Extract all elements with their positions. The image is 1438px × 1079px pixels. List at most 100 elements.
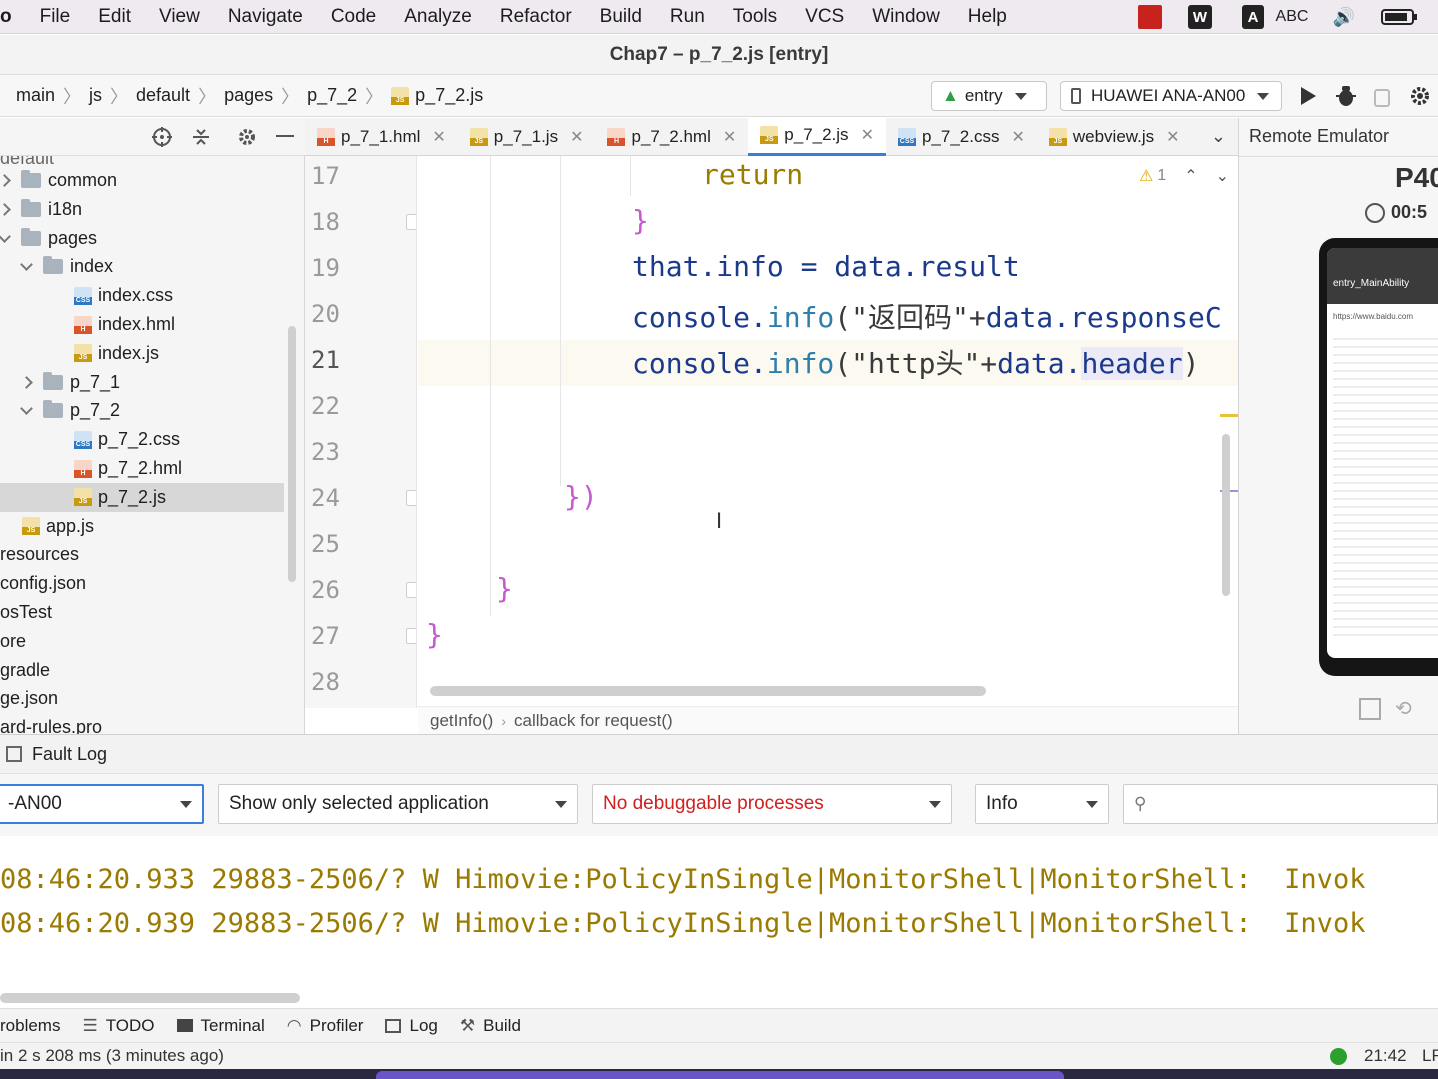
log-horizontal-scrollbar[interactable] [0, 993, 300, 1003]
menu-file[interactable]: File [26, 6, 85, 28]
battery-icon[interactable] [1380, 5, 1420, 29]
status-ok-icon[interactable] [1330, 1048, 1347, 1065]
tree-item[interactable]: resources [0, 540, 284, 569]
chevron-right-icon[interactable] [0, 202, 11, 216]
rotate-icon[interactable]: ⟲ [1395, 696, 1417, 720]
run-config-select[interactable]: ▲ entry [931, 81, 1047, 111]
close-icon[interactable]: ✕ [861, 125, 874, 145]
menu-edit[interactable]: Edit [84, 6, 145, 28]
phone-screen[interactable]: entry_MainAbility https://www.baidu.com [1327, 248, 1438, 658]
warning-stripe-marker[interactable] [1220, 414, 1238, 417]
log-level-select[interactable]: Info [975, 784, 1109, 824]
recorder-icon[interactable] [1138, 5, 1162, 29]
log-device-select[interactable]: -AN00 [0, 784, 204, 824]
tree-item[interactable]: Hindex.hml [0, 310, 284, 339]
code-breadcrumb-item[interactable]: getInfo() [430, 711, 493, 731]
screenshot-icon[interactable] [1359, 698, 1381, 720]
close-icon[interactable]: ✕ [1166, 127, 1179, 147]
chevron-down-icon[interactable] [20, 402, 33, 416]
fold-marker[interactable] [406, 490, 416, 506]
volume-icon[interactable]: 🔊 [1330, 5, 1358, 29]
profile-icon[interactable] [1372, 86, 1394, 108]
breadcrumb-item[interactable]: default [136, 85, 190, 106]
tree-item[interactable]: CSS p_7_2.css [0, 425, 284, 454]
menu-build[interactable]: Build [586, 6, 656, 28]
breadcrumb-item[interactable]: pages [224, 85, 273, 106]
log-search-input[interactable] [1152, 793, 1413, 815]
log-output[interactable]: 08:46:20.933 29883-2506/? W Himovie:Poli… [0, 836, 1438, 1008]
app-menu[interactable]: o [0, 6, 26, 28]
tool-problems[interactable]: roblems [0, 1016, 60, 1036]
status-message[interactable]: in 2 s 208 ms (3 minutes ago) [0, 1046, 224, 1066]
editor-tab[interactable]: Hp_7_1.hml ✕ [305, 118, 458, 156]
chevron-down-icon[interactable]: ⌄ [1216, 166, 1229, 186]
breadcrumb-item[interactable]: p_7_2 [307, 85, 357, 106]
tree-item[interactable]: common [0, 166, 284, 195]
tree-item[interactable]: JS app.js [0, 512, 284, 541]
tree-item[interactable]: JS p_7_2.js [0, 482, 284, 512]
locate-icon[interactable] [152, 127, 172, 147]
tree-item[interactable]: config.json [0, 569, 284, 598]
menu-run[interactable]: Run [656, 6, 719, 28]
menu-view[interactable]: View [145, 6, 214, 28]
menu-help[interactable]: Help [954, 6, 1021, 28]
warning-indicator[interactable]: ⚠ 1 ⌃ ⌄ [1139, 166, 1229, 186]
minimize-icon[interactable] [276, 135, 294, 137]
breadcrumb-item[interactable]: main [16, 85, 55, 106]
tree-item[interactable]: ard-rules.pro [0, 713, 284, 734]
tool-log[interactable]: Log [385, 1016, 438, 1036]
line-separator[interactable]: LF [1422, 1046, 1438, 1066]
log-search-field[interactable]: ⚲ [1123, 784, 1438, 824]
log-process-select[interactable]: No debuggable processes [592, 784, 952, 824]
tree-item[interactable]: CSS index.css [0, 281, 284, 310]
tree-scrollbar[interactable] [288, 326, 296, 582]
settings-gear-icon[interactable] [1408, 84, 1432, 108]
code-breadcrumb-item[interactable]: callback for request() [514, 711, 673, 731]
menu-vcs[interactable]: VCS [791, 6, 858, 28]
editor-vertical-scrollbar[interactable] [1222, 434, 1230, 596]
tree-item[interactable]: i18n [0, 195, 284, 224]
run-icon[interactable] [1298, 84, 1318, 108]
chevron-down-icon[interactable] [0, 229, 11, 243]
editor-horizontal-scrollbar-thumb[interactable] [430, 686, 986, 696]
tree-item[interactable]: p_7_2 [0, 396, 284, 425]
editor-tab[interactable]: JS webview.js ✕ [1037, 118, 1192, 156]
menu-navigate[interactable]: Navigate [214, 6, 317, 28]
breadcrumb-item[interactable]: p_7_2.js [415, 85, 483, 106]
tree-item[interactable]: p_7_1 [0, 368, 284, 397]
tree-item[interactable]: osTest [0, 598, 284, 627]
chevron-up-icon[interactable]: ⌃ [1184, 166, 1197, 186]
tree-item[interactable]: pages [0, 224, 284, 253]
input-source-badge[interactable]: A [1242, 5, 1264, 29]
breadcrumb-item[interactable]: js [89, 85, 102, 106]
gear-icon[interactable] [237, 127, 257, 147]
collapse-all-icon[interactable] [191, 127, 211, 147]
chevron-down-icon[interactable] [20, 258, 33, 272]
fold-marker[interactable] [406, 582, 416, 598]
tree-item[interactable]: ore [0, 627, 284, 656]
tree-item[interactable]: gradle [0, 656, 284, 685]
menu-code[interactable]: Code [317, 6, 390, 28]
chevron-right-icon[interactable] [20, 375, 33, 389]
tree-item[interactable]: Hp_7_2.hml [0, 454, 284, 483]
tree-item[interactable]: ge.json [0, 684, 284, 713]
menu-window[interactable]: Window [858, 6, 954, 28]
menu-refactor[interactable]: Refactor [486, 6, 586, 28]
menu-analyze[interactable]: Analyze [390, 6, 486, 28]
close-icon[interactable]: ✕ [723, 127, 736, 147]
tool-todo[interactable]: ☰ TODO [82, 1016, 154, 1036]
fault-log-label[interactable]: Fault Log [32, 744, 107, 765]
tool-terminal[interactable]: Terminal [176, 1016, 265, 1036]
code-editor[interactable]: return } that.info = data.result console… [418, 156, 1238, 686]
tool-profiler[interactable]: ◠ Profiler [287, 1016, 364, 1036]
device-select[interactable]: HUAWEI ANA-AN00 [1060, 81, 1282, 111]
tree-item[interactable]: JS index.js [0, 339, 284, 368]
editor-tab[interactable]: JS p_7_2.js ✕ [748, 117, 886, 156]
debug-icon[interactable] [1334, 84, 1358, 108]
wps-icon[interactable]: W [1188, 5, 1212, 29]
editor-tab[interactable]: CSS p_7_2.css ✕ [886, 118, 1037, 156]
close-icon[interactable]: ✕ [570, 127, 583, 147]
chevron-down-icon[interactable]: ⌄ [1211, 126, 1226, 147]
log-filter-select[interactable]: Show only selected application [218, 784, 578, 824]
close-icon[interactable]: ✕ [1011, 127, 1024, 147]
